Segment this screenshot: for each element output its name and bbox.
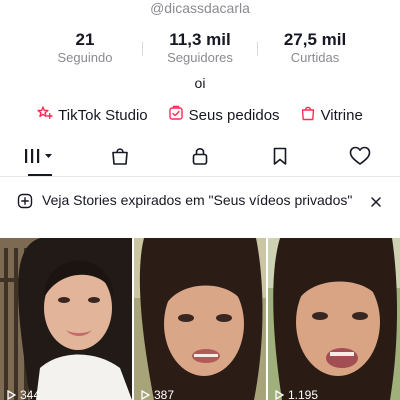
lock-icon <box>190 146 210 171</box>
tab-videos[interactable] <box>0 140 80 176</box>
following-label: Seguindo <box>57 50 113 65</box>
grid-icon <box>23 146 57 171</box>
followers-count: 11,3 mil <box>169 30 231 49</box>
video-thumbnail[interactable]: 344 <box>0 238 132 400</box>
tabs-divider <box>0 176 400 177</box>
likes-label: Curtidas <box>290 50 340 65</box>
add-circle-icon <box>17 193 33 214</box>
orders-icon <box>168 105 189 125</box>
profile-tabs <box>0 140 400 176</box>
bookmark-icon <box>270 146 290 171</box>
video-thumbnail[interactable]: 1.195 <box>268 238 400 400</box>
tiktok-studio-link[interactable]: TikTok Studio <box>27 104 157 126</box>
stories-notice[interactable]: Veja Stories expirados em "Seus vídeos p… <box>0 189 400 229</box>
video-thumbnail[interactable]: 387 <box>134 238 266 400</box>
profile-links: TikTok Studio Seus pedidos Vitrine <box>0 104 400 126</box>
close-icon[interactable] <box>370 195 382 213</box>
heart-icon <box>349 146 371 171</box>
orders-link[interactable]: Seus pedidos <box>158 104 290 126</box>
followers-label: Seguidores <box>167 50 233 65</box>
tab-private[interactable] <box>160 140 240 176</box>
following-count: 21 <box>75 30 95 49</box>
tab-shop[interactable] <box>80 140 160 176</box>
likes-count: 27,5 mil <box>283 30 347 49</box>
vitrine-label: Vitrine <box>320 106 363 124</box>
profile-stats: 21 Seguindo 11,3 mil Seguidores 27,5 mil… <box>0 30 400 70</box>
play-icon <box>274 390 284 400</box>
bag-icon <box>110 146 130 171</box>
tab-saved[interactable] <box>240 140 320 176</box>
view-count-label: 344 <box>20 388 41 400</box>
notice-text: Veja Stories expirados em "Seus vídeos p… <box>42 192 353 208</box>
tab-liked[interactable] <box>320 140 400 176</box>
view-count: 344 <box>6 388 40 400</box>
shopping-bag-icon <box>300 105 321 125</box>
tiktok-studio-icon <box>37 105 58 125</box>
profile-bio: oi <box>194 75 206 91</box>
vitrine-link[interactable]: Vitrine <box>290 104 373 126</box>
play-icon <box>6 390 16 400</box>
followers-stat[interactable]: 11,3 mil Seguidores <box>143 30 257 70</box>
username: @dicassdacarla <box>150 0 250 16</box>
following-stat[interactable]: 21 Seguindo <box>28 30 142 70</box>
view-count-label: 1.195 <box>288 388 319 400</box>
view-count-label: 387 <box>154 388 175 400</box>
video-grid: 344 387 1.195 <box>0 238 400 400</box>
view-count: 387 <box>140 388 174 400</box>
play-icon <box>140 390 150 400</box>
tiktok-studio-label: TikTok Studio <box>58 106 148 124</box>
likes-stat[interactable]: 27,5 mil Curtidas <box>258 30 372 70</box>
view-count: 1.195 <box>274 388 318 400</box>
orders-label: Seus pedidos <box>188 106 280 124</box>
